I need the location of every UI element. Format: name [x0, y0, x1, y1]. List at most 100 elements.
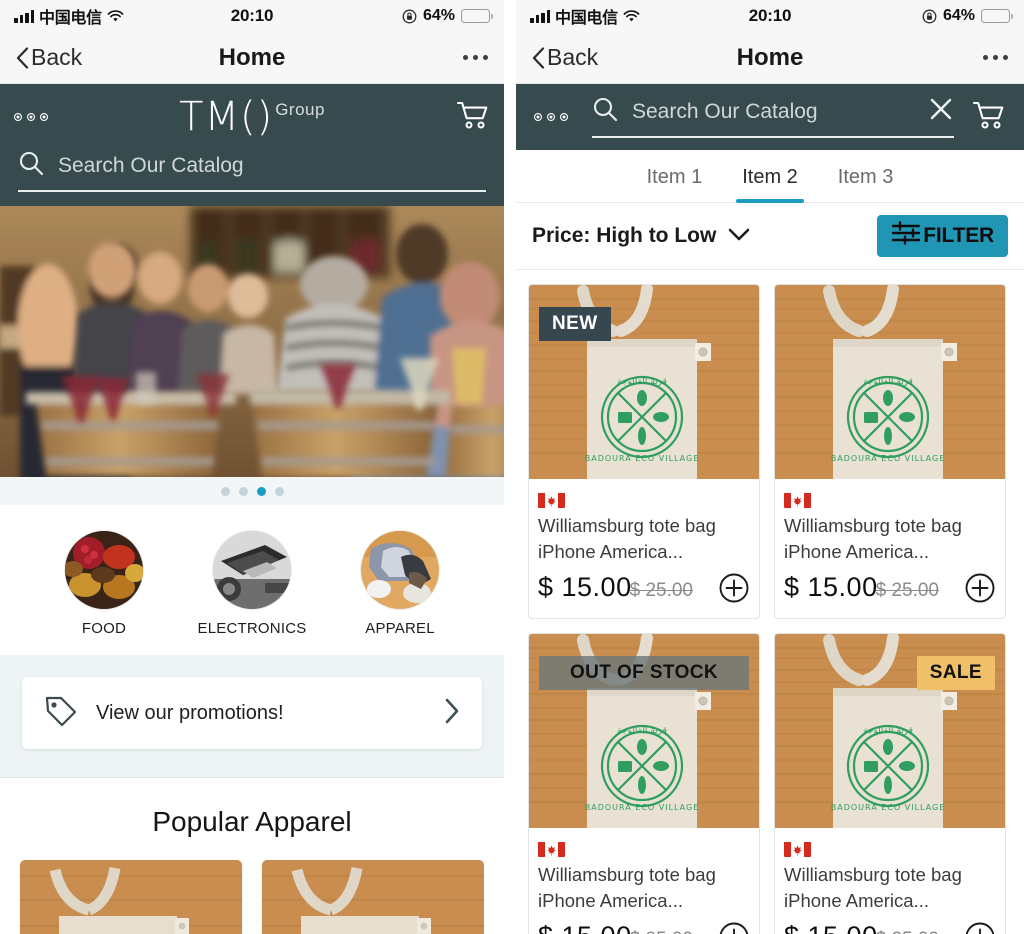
back-button-label: Back: [31, 44, 83, 70]
app-header-row: TM() Group: [14, 84, 490, 150]
promotions-banner[interactable]: View our promotions!: [22, 677, 482, 749]
category-item-food[interactable]: FOOD: [49, 531, 159, 637]
product-info: Williamsburg tote bag iPhone America... $…: [775, 479, 1005, 618]
back-button[interactable]: Back: [532, 44, 598, 71]
tab-item-1[interactable]: Item 1: [627, 150, 723, 202]
product-title: Williamsburg tote bag iPhone America...: [538, 489, 750, 564]
more-options-button[interactable]: [463, 55, 488, 60]
product-title-text: Williamsburg tote bag iPhone America...: [538, 864, 716, 911]
product-badge: NEW: [539, 307, 611, 341]
popular-section-title: Popular Apparel: [152, 806, 352, 837]
product-price-original: $ 25.00: [876, 929, 939, 934]
app-header-left: TM() Group Search Our Catalog: [0, 84, 504, 206]
product-badge: SALE: [916, 656, 995, 691]
add-to-cart-icon[interactable]: [964, 572, 996, 609]
carousel-dot-3[interactable]: [256, 486, 266, 496]
status-bar-right: 64%: [402, 7, 493, 25]
more-options-button[interactable]: [983, 55, 1008, 60]
search-field[interactable]: Search Our Catalog: [18, 150, 486, 192]
tab-bar: Item 1 Item 2 Item 3: [516, 150, 1024, 203]
category-item-apparel[interactable]: APPAREL: [345, 531, 455, 637]
battery-percent-label: 64%: [422, 7, 455, 24]
product-card[interactable]: قرية الفالوجة BADOURA ECO VILLAGE NEW Willi…: [528, 284, 760, 620]
search-bar-left[interactable]: Search Our Catalog: [14, 150, 490, 206]
svg-text:BADOURA ECO VILLAGE: BADOURA ECO VILLAGE: [585, 454, 700, 463]
carousel-dots[interactable]: [0, 477, 504, 505]
product-card[interactable]: قرية الفالوجة BADOURA ECO VILLAGE Williams…: [774, 284, 1006, 620]
category-electronics-image: [213, 531, 291, 609]
popular-product-card[interactable]: قرية الفالوجة: [20, 860, 242, 934]
hero-slide-image: [0, 206, 504, 477]
search-icon: [18, 150, 44, 181]
back-button-label: Back: [547, 44, 599, 70]
tab-item-3[interactable]: Item 3: [818, 150, 914, 202]
category-shortcuts: FOOD ELECTRONICS APPAREL: [0, 505, 504, 655]
carousel-dot-1[interactable]: [220, 486, 230, 496]
svg-text:قرية الفالوجة: قرية الفالوجة: [863, 726, 913, 736]
sort-dropdown[interactable]: Price: High to Low: [532, 224, 750, 248]
canada-flag-icon: [784, 491, 811, 508]
tab-item-2[interactable]: Item 2: [722, 150, 818, 203]
add-to-cart-icon[interactable]: [718, 921, 750, 934]
filter-button-label: FILTER: [923, 224, 994, 247]
battery-icon: [461, 9, 493, 23]
product-price: $ 15.00: [784, 572, 878, 603]
canada-flag-icon: [538, 840, 565, 858]
status-bar: 中国电信 20:10 64%: [516, 0, 1024, 32]
search-placeholder: Search Our Catalog: [632, 99, 818, 123]
promotions-section: View our promotions!: [0, 655, 504, 778]
rotation-lock-icon: [922, 9, 937, 24]
status-bar-right: 64%: [922, 7, 1013, 25]
category-apparel-image: [361, 531, 439, 609]
product-price-original: $ 25.00: [629, 580, 693, 602]
rotation-lock-icon: [402, 9, 417, 24]
price-tag-icon: [44, 694, 78, 733]
product-price: $ 15.00: [538, 921, 632, 934]
search-field[interactable]: Search Our Catalog: [592, 96, 954, 138]
product-image: قرية الفالوجة BADOURA ECO VILLAGE: [775, 285, 1005, 479]
close-icon[interactable]: [928, 96, 954, 127]
category-item-electronics[interactable]: ELECTRONICS: [197, 531, 307, 637]
promotions-label: View our promotions!: [96, 701, 284, 724]
svg-text:BADOURA ECO VILLAGE: BADOURA ECO VILLAGE: [831, 803, 946, 812]
product-price: $ 15.00: [538, 572, 632, 603]
product-image: قرية الفالوجة BADOURA ECO VILLAGE NEW: [529, 285, 759, 479]
canada-flag-icon: [538, 491, 565, 508]
search-icon: [592, 96, 618, 127]
product-info: Williamsburg tote bag iPhone America... $…: [775, 828, 1005, 934]
product-grid: قرية الفالوجة BADOURA ECO VILLAGE NEW Willi…: [516, 270, 1024, 934]
popular-product-image: قرية الفالوجة: [262, 860, 484, 934]
add-to-cart-icon[interactable]: [718, 572, 750, 609]
product-info: Williamsburg tote bag iPhone America... $…: [529, 828, 759, 934]
product-price-original: $ 25.00: [875, 580, 939, 602]
nav-bar: Back Home: [0, 32, 504, 84]
add-to-cart-icon[interactable]: [964, 921, 996, 934]
menu-dots-icon[interactable]: [534, 113, 568, 121]
product-title-text: Williamsburg tote bag iPhone America...: [538, 515, 716, 562]
chevron-left-icon: [16, 46, 29, 69]
tab-label: Item 3: [837, 166, 894, 188]
shopping-cart-icon[interactable]: [456, 100, 490, 135]
carousel-dot-2[interactable]: [238, 486, 248, 496]
category-label: FOOD: [81, 620, 127, 637]
product-price-original: $ 25.00: [630, 929, 693, 934]
hero-carousel[interactable]: [0, 206, 504, 477]
battery-icon: [981, 9, 1013, 23]
back-button[interactable]: Back: [16, 44, 82, 71]
menu-dots-icon[interactable]: [14, 113, 48, 121]
product-card[interactable]: قرية الفالوجة BADOURA ECO VILLAGE SALE Will…: [774, 633, 1006, 934]
chevron-left-icon: [532, 46, 545, 69]
product-title-text: Williamsburg tote bag iPhone America...: [784, 515, 962, 562]
filter-button[interactable]: FILTER: [877, 215, 1008, 257]
product-card[interactable]: قرية الفالوجة BADOURA ECO VILLAGE OUT OF S…: [528, 633, 760, 934]
product-info: Williamsburg tote bag iPhone America... $…: [529, 479, 759, 618]
shopping-cart-icon[interactable]: [972, 100, 1006, 135]
svg-text:قرية الفالوجة: قرية الفالوجة: [863, 377, 913, 387]
popular-product-image: قرية الفالوجة: [20, 860, 242, 934]
carousel-dot-4[interactable]: [274, 486, 284, 496]
chevron-right-icon: [444, 698, 460, 729]
product-price-row: $ 15.00$ 25.00: [784, 921, 996, 934]
dual-phone-screenshot: 中国电信 20:10 64% Back Home TM() Group Sear…: [0, 0, 1024, 934]
popular-product-card[interactable]: قرية الفالوجة: [262, 860, 484, 934]
product-title: Williamsburg tote bag iPhone America...: [784, 489, 996, 564]
